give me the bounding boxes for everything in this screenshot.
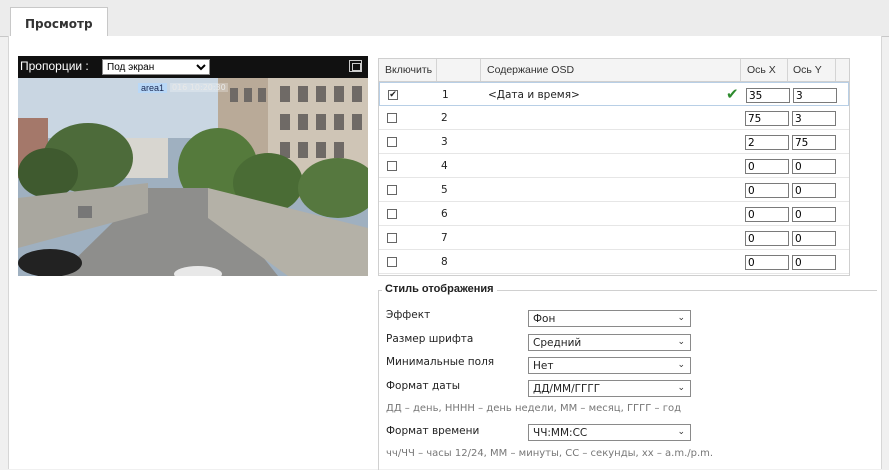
x-axis-input[interactable] [745, 159, 789, 174]
row-number: 7 [441, 232, 448, 244]
row-number: 2 [441, 112, 448, 124]
enable-checkbox[interactable] [387, 161, 397, 171]
header-content: Содержание OSD [487, 64, 575, 76]
header-enable: Включить [385, 64, 433, 76]
enable-checkbox[interactable] [387, 185, 397, 195]
y-axis-input[interactable] [792, 255, 836, 270]
row-number: 5 [441, 184, 448, 196]
chevron-down-icon: ⌄ [677, 383, 685, 393]
proportion-select[interactable]: Под экран [102, 59, 210, 75]
table-row[interactable]: 2 [379, 106, 849, 130]
effect-select[interactable]: Фон ⌄ [528, 310, 691, 327]
header-x: Ось X [747, 64, 776, 76]
time-format-hint: чч/ЧЧ – часы 12/24, ММ – минуты, СС – се… [386, 448, 714, 459]
y-axis-input[interactable] [792, 231, 836, 246]
y-axis-input[interactable] [792, 111, 836, 126]
column-divider [835, 59, 836, 81]
tab-bar: Просмотр [0, 0, 889, 37]
time-format-label: Формат времени [386, 425, 480, 437]
area-label: area1 [138, 83, 168, 93]
table-row[interactable]: 4 [379, 154, 849, 178]
enable-checkbox[interactable] [387, 257, 397, 267]
row-number: 8 [441, 256, 448, 268]
row-number: 1 [442, 89, 449, 101]
x-axis-input[interactable] [746, 88, 790, 103]
x-axis-input[interactable] [745, 231, 789, 246]
chevron-down-icon: ⌄ [677, 360, 685, 370]
table-row[interactable]: 5 [379, 178, 849, 202]
column-divider [480, 59, 481, 81]
enable-checkbox[interactable] [387, 209, 397, 219]
fullscreen-icon[interactable] [349, 60, 362, 72]
x-axis-input[interactable] [745, 255, 789, 270]
x-axis-input[interactable] [745, 183, 789, 198]
tab-preview[interactable]: Просмотр [10, 7, 108, 36]
date-format-label: Формат даты [386, 380, 461, 392]
video-toolbar: Пропорции : Под экран [18, 56, 368, 78]
enable-checkbox[interactable] [387, 137, 397, 147]
row-number: 6 [441, 208, 448, 220]
table-row[interactable]: 8 [379, 250, 849, 274]
table-row[interactable]: 6 [379, 202, 849, 226]
date-format-hint: ДД – день, НННН – день недели, ММ – меся… [386, 403, 681, 414]
y-axis-input[interactable] [793, 88, 837, 103]
table-row[interactable]: ✔ 1 <Дата и время> ✔ [379, 82, 849, 106]
margins-label: Минимальные поля [386, 356, 495, 368]
row-number: 3 [441, 136, 448, 148]
display-style-title: Стиль отображения [382, 283, 497, 295]
chevron-down-icon: ⌄ [677, 427, 685, 437]
column-divider [436, 59, 437, 81]
osd-table: Включить Содержание OSD Ось X Ось Y ✔ 1 <Д… [378, 58, 850, 276]
y-axis-input[interactable] [792, 207, 836, 222]
video-preview: Пропорции : Под экран area1 016 10:20:30 [18, 56, 368, 276]
camera-image [18, 78, 368, 276]
effect-label: Эффект [386, 309, 431, 321]
x-axis-input[interactable] [745, 207, 789, 222]
chevron-down-icon: ⌄ [677, 313, 685, 323]
font-size-select[interactable]: Средний ⌄ [528, 334, 691, 351]
x-axis-input[interactable] [745, 111, 789, 126]
date-format-select[interactable]: ДД/ММ/ГГГГ ⌄ [528, 380, 691, 397]
x-axis-input[interactable] [745, 135, 789, 150]
column-divider [740, 59, 741, 81]
table-row[interactable]: 3 [379, 130, 849, 154]
table-header: Включить Содержание OSD Ось X Ось Y [379, 59, 849, 82]
chevron-down-icon: ⌄ [677, 337, 685, 347]
osd-content[interactable]: <Дата и время> [488, 89, 580, 101]
margins-select[interactable]: Нет ⌄ [528, 357, 691, 374]
row-number: 4 [441, 160, 448, 172]
enable-checkbox[interactable] [387, 113, 397, 123]
time-format-select[interactable]: ЧЧ:ММ:СС ⌄ [528, 424, 691, 441]
column-divider [787, 59, 788, 81]
enable-checkbox[interactable] [387, 233, 397, 243]
y-axis-input[interactable] [792, 135, 836, 150]
proportion-label: Пропорции : [20, 59, 89, 73]
enable-checkbox[interactable]: ✔ [388, 90, 398, 100]
y-axis-input[interactable] [792, 159, 836, 174]
header-y: Ось Y [793, 64, 822, 76]
font-size-label: Размер шрифта [386, 333, 474, 345]
table-row[interactable]: 7 [379, 226, 849, 250]
date-overlay: 016 10:20:30 [170, 83, 228, 92]
checkmark-icon: ✔ [726, 85, 739, 103]
y-axis-input[interactable] [792, 183, 836, 198]
